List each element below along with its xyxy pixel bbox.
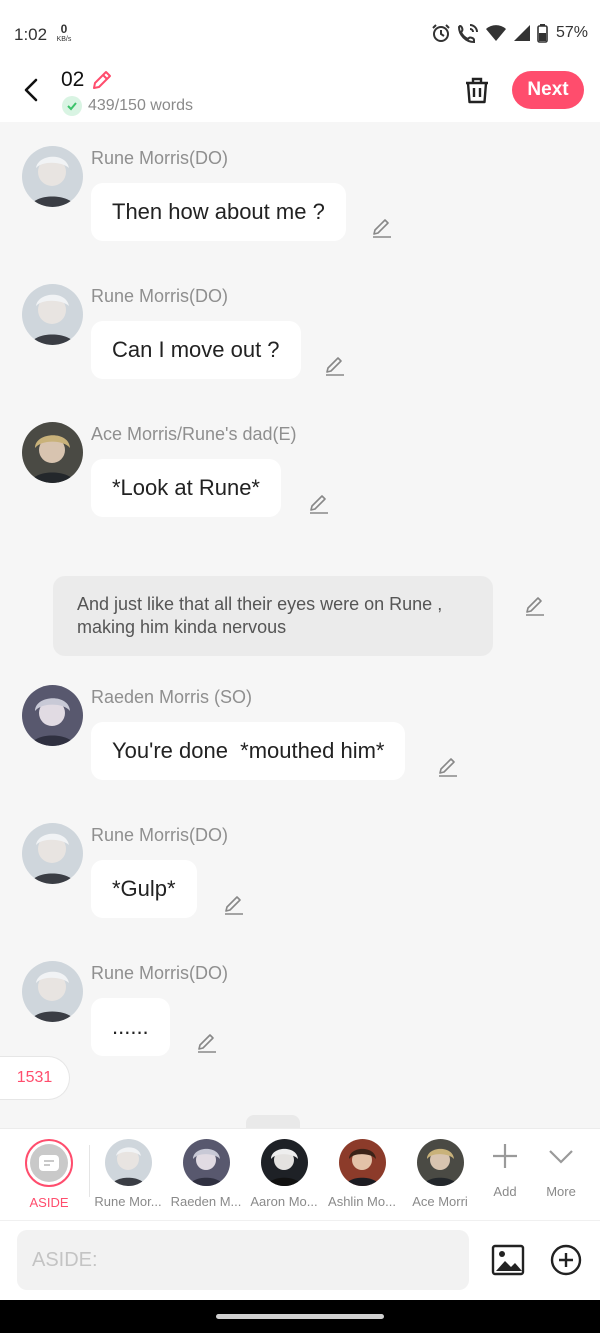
character-label: Aaron Mo... xyxy=(250,1194,318,1209)
edit-icon[interactable] xyxy=(523,594,547,618)
character-item[interactable]: Ace Morri xyxy=(401,1139,479,1209)
alarm-icon xyxy=(432,24,450,42)
chevron-down-icon xyxy=(549,1150,573,1164)
check-icon xyxy=(62,96,82,116)
avatar xyxy=(416,1139,464,1186)
avatar[interactable] xyxy=(22,146,83,207)
speaker-name: Rune Morris(DO) xyxy=(91,963,229,983)
wifi-icon xyxy=(485,25,506,41)
avatar[interactable] xyxy=(22,284,83,345)
character-item[interactable]: Ashlin Mo... xyxy=(323,1139,401,1209)
edit-icon[interactable] xyxy=(222,893,246,917)
back-button[interactable] xyxy=(18,76,46,104)
image-icon xyxy=(491,1244,525,1276)
status-bar: 1:02 0 KB/s 57% xyxy=(0,0,600,66)
avatar xyxy=(182,1139,230,1186)
message-bubble[interactable]: *Look at Rune* xyxy=(91,459,281,517)
aside-label: ASIDE xyxy=(29,1195,69,1210)
wifi-call-icon xyxy=(457,24,478,43)
avatar xyxy=(260,1139,308,1186)
header: 02 439/150 words Next xyxy=(0,66,600,122)
edit-title-icon[interactable] xyxy=(90,68,114,92)
floating-count-badge[interactable]: 1531 xyxy=(0,1056,70,1100)
character-label: Ashlin Mo... xyxy=(328,1194,396,1209)
page-title: 02 xyxy=(61,68,85,91)
battery-icon xyxy=(537,23,548,43)
character-item[interactable]: Raeden M... xyxy=(167,1139,245,1209)
character-label: Ace Morri xyxy=(412,1194,468,1209)
delete-button[interactable] xyxy=(463,75,491,105)
insert-image-button[interactable] xyxy=(491,1243,525,1277)
home-gesture-bar[interactable] xyxy=(216,1314,384,1319)
trash-icon xyxy=(466,77,488,104)
system-nav-bar xyxy=(0,1300,600,1333)
message-bubble[interactable]: Then how about me ? xyxy=(91,183,346,241)
more-button[interactable]: More xyxy=(534,1141,588,1199)
edit-icon[interactable] xyxy=(436,755,460,779)
message-bubble[interactable]: You're done *mouthed him* xyxy=(91,722,406,780)
message-bubble[interactable]: Can I move out ? xyxy=(91,321,301,379)
add-character-button[interactable]: Add xyxy=(478,1141,532,1199)
character-label: Rune Mor... xyxy=(94,1194,162,1209)
network-speed-unit: KB/s xyxy=(56,36,72,43)
aside-icon xyxy=(39,1155,59,1171)
avatar[interactable] xyxy=(22,961,83,1022)
signal-icon xyxy=(513,25,530,41)
status-icons: 57% xyxy=(431,23,588,43)
more-label: More xyxy=(546,1184,576,1199)
add-label: Add xyxy=(493,1184,517,1199)
speaker-name: Raeden Morris (SO) xyxy=(91,687,253,707)
edit-icon[interactable] xyxy=(307,492,331,516)
message-input[interactable] xyxy=(17,1230,469,1290)
character-label: Raeden M... xyxy=(170,1194,242,1209)
aside-selector-circle xyxy=(25,1139,73,1187)
aside-message[interactable]: And just like that all their eyes were o… xyxy=(53,576,493,656)
network-speed-value: 0 xyxy=(60,22,68,36)
edit-icon[interactable] xyxy=(370,216,394,240)
message-bubble[interactable]: ...... xyxy=(91,998,170,1056)
title-row: 02 xyxy=(61,68,114,92)
character-item[interactable]: Rune Mor... xyxy=(89,1139,167,1209)
aside-selector[interactable]: ASIDE xyxy=(10,1139,88,1210)
avatar[interactable] xyxy=(22,823,83,884)
chat-area[interactable]: Rune Morris(DO) Then how about me ? Rune… xyxy=(0,122,600,1128)
edit-icon[interactable] xyxy=(195,1031,219,1055)
word-count-row: 439/150 words xyxy=(62,96,193,116)
speaker-name: Ace Morris/Rune's dad(E) xyxy=(91,424,297,444)
word-count: 439/150 words xyxy=(88,97,193,114)
avatar xyxy=(104,1139,152,1186)
add-button[interactable] xyxy=(549,1243,583,1277)
plus-circle-icon xyxy=(550,1244,582,1276)
character-item[interactable]: Aaron Mo... xyxy=(245,1139,323,1209)
scroll-peek-handle xyxy=(246,1115,300,1128)
back-arrow-icon xyxy=(24,78,38,102)
status-time: 1:02 xyxy=(14,25,48,44)
speaker-name: Rune Morris(DO) xyxy=(91,825,229,845)
input-area xyxy=(0,1220,600,1300)
next-button[interactable]: Next xyxy=(512,71,584,109)
avatar[interactable] xyxy=(22,422,83,483)
battery-percent: 57% xyxy=(555,24,588,41)
avatar[interactable] xyxy=(22,685,83,746)
avatar xyxy=(338,1139,386,1186)
plus-icon xyxy=(493,1144,517,1168)
speaker-name: Rune Morris(DO) xyxy=(91,148,229,168)
network-speed: 0 KB/s xyxy=(53,23,75,43)
speaker-name: Rune Morris(DO) xyxy=(91,286,229,306)
character-bar: ASIDE Rune Mor... Raeden M... Aaron Mo..… xyxy=(0,1128,600,1220)
edit-icon[interactable] xyxy=(323,354,347,378)
message-bubble[interactable]: *Gulp* xyxy=(91,860,197,918)
